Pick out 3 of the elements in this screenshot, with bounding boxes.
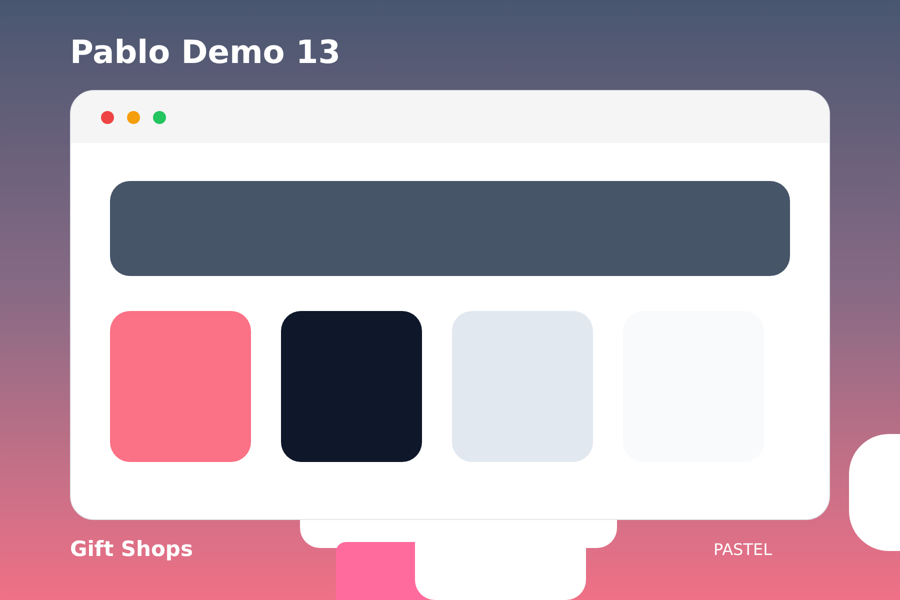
style-label: PASTEL	[713, 538, 772, 561]
page-title: Pablo Demo 13	[70, 32, 340, 73]
category-label: Gift Shops	[70, 536, 193, 563]
